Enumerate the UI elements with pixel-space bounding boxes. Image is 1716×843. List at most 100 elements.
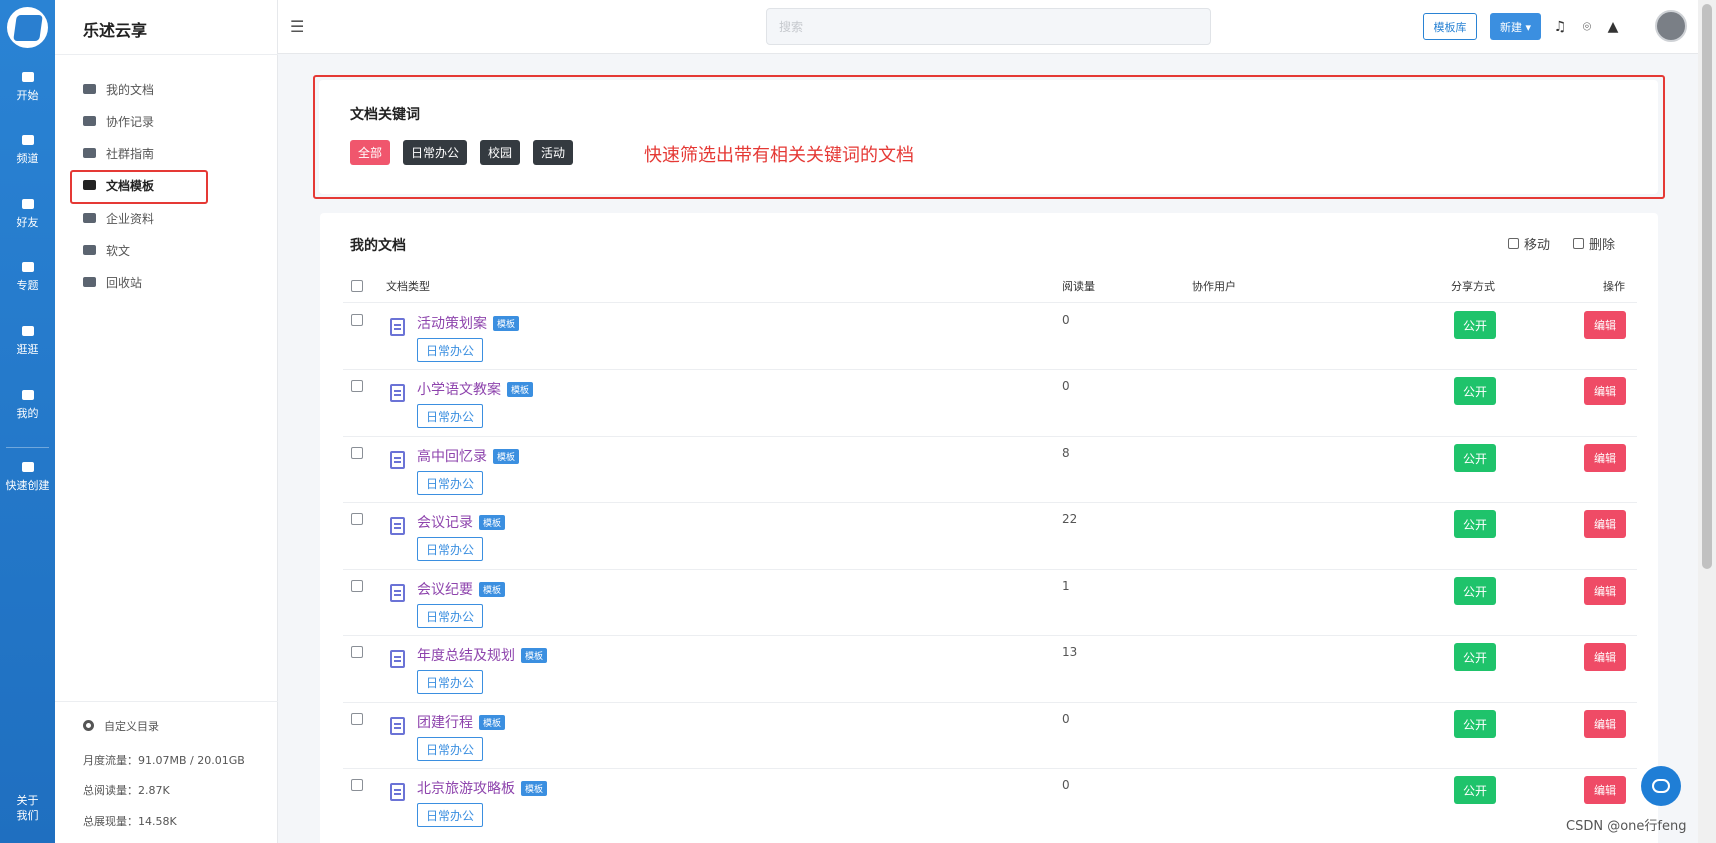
rail-divider <box>6 447 49 448</box>
doc-name-link[interactable]: 小学语文教案 <box>417 379 501 399</box>
delete-button[interactable]: 删除 <box>1573 234 1615 253</box>
custom-directory-link[interactable]: 自定义目录 <box>83 718 159 734</box>
share-public-button[interactable]: 公开 <box>1454 311 1496 339</box>
location-icon[interactable]: ⌾ <box>1580 20 1594 34</box>
edit-button[interactable]: 编辑 <box>1584 510 1626 538</box>
category-tag[interactable]: 日常办公 <box>417 404 483 428</box>
total-reads: 总阅读量：2.87K <box>83 784 170 797</box>
app-logo-icon[interactable] <box>7 7 48 48</box>
doc-name-link[interactable]: 会议记录 <box>417 512 473 532</box>
row-checkbox[interactable] <box>351 447 363 459</box>
rail-about-us[interactable]: 关于 我们 <box>0 793 55 823</box>
edit-button[interactable]: 编辑 <box>1584 776 1626 804</box>
watermark: CSDN @one行feng <box>1566 819 1687 834</box>
category-tag[interactable]: 日常办公 <box>417 537 483 561</box>
read-count: 0 <box>1062 712 1070 726</box>
move-button[interactable]: 移动 <box>1508 234 1550 253</box>
document-icon <box>390 451 405 469</box>
edit-button[interactable]: 编辑 <box>1584 311 1626 339</box>
highlight-box-keywords <box>313 75 1665 199</box>
template-badge: 模板 <box>493 316 520 331</box>
share-public-button[interactable]: 公开 <box>1454 776 1496 804</box>
edit-button[interactable]: 编辑 <box>1584 710 1626 738</box>
left-rail: 开始 频道 好友 专题 逛逛 我的 快速创建 关于 我们 <box>0 0 55 843</box>
menu-toggle-icon[interactable]: ☰ <box>290 17 304 36</box>
template-badge: 模板 <box>479 582 506 597</box>
documents-title: 我的文档 <box>350 238 406 254</box>
headset-icon[interactable]: ♫ <box>1553 20 1567 34</box>
doc-name-link[interactable]: 团建行程 <box>417 712 473 732</box>
total-views: 总展现量：14.58K <box>83 815 177 828</box>
select-all-checkbox[interactable] <box>351 280 363 292</box>
edit-button[interactable]: 编辑 <box>1584 444 1626 472</box>
share-public-button[interactable]: 公开 <box>1454 710 1496 738</box>
flower-icon <box>21 326 34 336</box>
share-public-button[interactable]: 公开 <box>1454 377 1496 405</box>
category-tag[interactable]: 日常办公 <box>417 604 483 628</box>
edit-button[interactable]: 编辑 <box>1584 377 1626 405</box>
doc-name-link[interactable]: 年度总结及规划 <box>417 645 515 665</box>
sidebar-item-community-guide[interactable]: 社群指南 <box>83 143 154 163</box>
template-library-button[interactable]: 模板库 <box>1423 13 1477 40</box>
sidebar-item-company-materials[interactable]: 企业资料 <box>83 208 154 228</box>
sidebar-item-soft-articles[interactable]: 软文 <box>83 240 130 260</box>
read-count: 1 <box>1062 579 1070 593</box>
row-checkbox[interactable] <box>351 380 363 392</box>
category-tag[interactable]: 日常办公 <box>417 471 483 495</box>
bell-icon[interactable]: ▲ <box>1606 20 1620 34</box>
doc-name-link[interactable]: 高中回忆录 <box>417 446 487 466</box>
sidebar-divider <box>55 54 278 55</box>
user-icon <box>21 390 34 400</box>
sidebar-item-my-docs[interactable]: 我的文档 <box>83 79 154 99</box>
scrollbar-thumb[interactable] <box>1702 4 1712 569</box>
header-divider <box>343 302 1637 303</box>
doc-name-link[interactable]: 北京旅游攻略板 <box>417 778 515 798</box>
row-checkbox[interactable] <box>351 779 363 791</box>
rail-item-mine[interactable]: 我的 <box>0 390 55 421</box>
edit-button[interactable]: 编辑 <box>1584 577 1626 605</box>
edit-button[interactable]: 编辑 <box>1584 643 1626 671</box>
search-input[interactable] <box>766 8 1211 45</box>
rail-item-quick-create[interactable]: 快速创建 <box>0 462 55 493</box>
read-count: 13 <box>1062 645 1078 659</box>
row-checkbox[interactable] <box>351 580 363 592</box>
document-icon <box>390 650 405 668</box>
rail-item-friends[interactable]: 好友 <box>0 199 55 230</box>
doc-name-link[interactable]: 活动策划案 <box>417 313 487 333</box>
doc-name-link[interactable]: 会议纪要 <box>417 579 473 599</box>
rail-item-browse[interactable]: 逛逛 <box>0 326 55 357</box>
row-checkbox[interactable] <box>351 713 363 725</box>
row-checkbox[interactable] <box>351 646 363 658</box>
sidebar-item-recycle-bin[interactable]: 回收站 <box>83 272 142 292</box>
category-tag[interactable]: 日常办公 <box>417 737 483 761</box>
gear-icon <box>83 720 94 731</box>
rail-item-channel[interactable]: 频道 <box>0 135 55 166</box>
share-public-button[interactable]: 公开 <box>1454 510 1496 538</box>
share-public-button[interactable]: 公开 <box>1454 643 1496 671</box>
sidebar: 乐述云享 我的文档 协作记录 社群指南 文档模板 企业资料 软文 回收站 自定义… <box>55 0 278 843</box>
document-icon <box>390 717 405 735</box>
document-icon <box>390 384 405 402</box>
category-tag[interactable]: 日常办公 <box>417 803 483 827</box>
chat-button[interactable] <box>1641 766 1681 806</box>
page-scrollbar[interactable] <box>1698 0 1716 843</box>
share-public-button[interactable]: 公开 <box>1454 444 1496 472</box>
new-button[interactable]: 新建 ▾ <box>1490 13 1541 40</box>
row-checkbox[interactable] <box>351 513 363 525</box>
category-tag[interactable]: 日常办公 <box>417 338 483 362</box>
trash-icon <box>1573 238 1584 249</box>
rail-item-start[interactable]: 开始 <box>0 72 55 103</box>
category-tag[interactable]: 日常办公 <box>417 670 483 694</box>
document-icon <box>390 517 405 535</box>
chat-icon <box>1652 779 1670 793</box>
sidebar-item-collab-records[interactable]: 协作记录 <box>83 111 154 131</box>
home-icon <box>21 72 34 82</box>
row-checkbox[interactable] <box>351 314 363 326</box>
avatar[interactable] <box>1655 10 1687 42</box>
rail-item-topics[interactable]: 专题 <box>0 262 55 293</box>
share-public-button[interactable]: 公开 <box>1454 577 1496 605</box>
template-badge: 模板 <box>507 382 534 397</box>
folder-icon <box>83 245 96 255</box>
highlight-box-doc-templates <box>70 170 208 204</box>
folder-move-icon <box>1508 238 1519 249</box>
